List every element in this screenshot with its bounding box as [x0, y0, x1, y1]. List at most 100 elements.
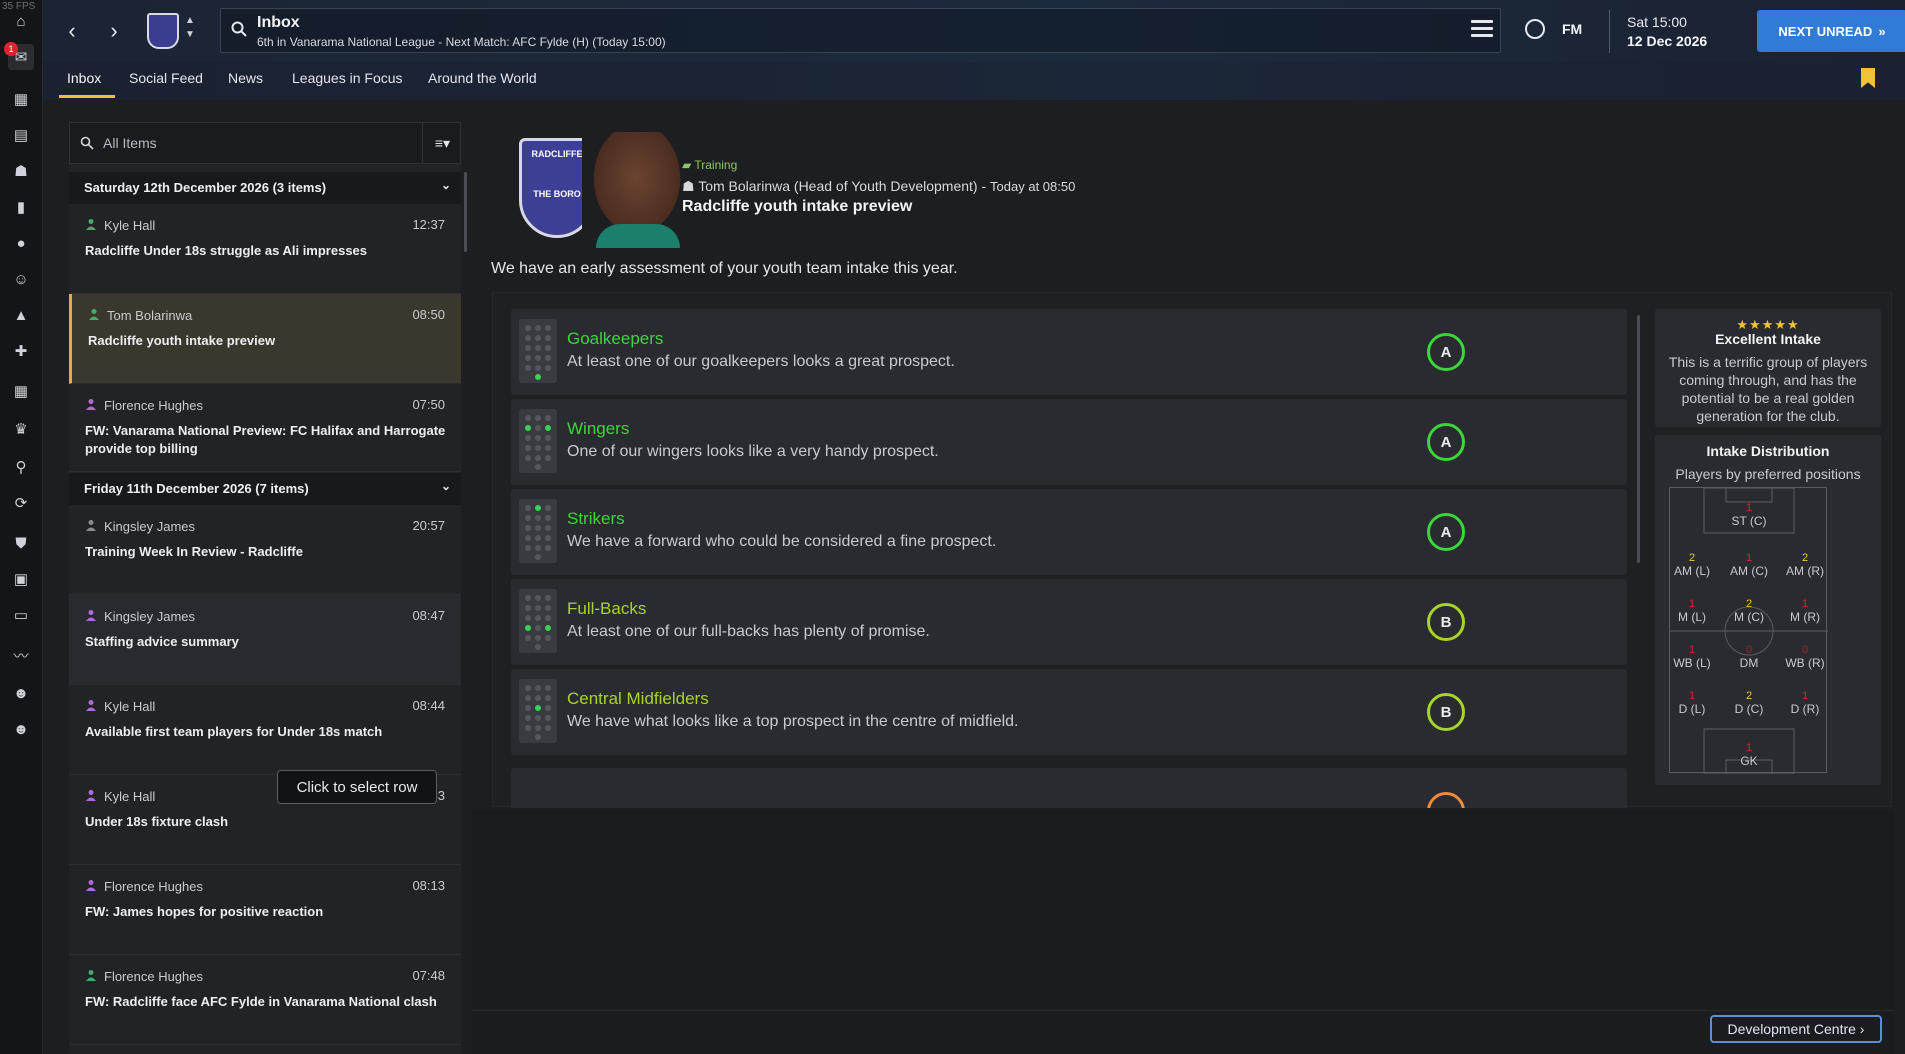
game-date[interactable]: Sat 15:00 12 Dec 2026 — [1609, 10, 1754, 53]
summary-text: This is a terrific group of players comi… — [1668, 354, 1868, 424]
menu-icon[interactable] — [1471, 20, 1493, 38]
position-pitch-icon — [519, 589, 557, 653]
position-group-description: We have a forward who could be considere… — [567, 533, 997, 550]
position-group-name: Goalkeepers — [567, 329, 664, 348]
message-body: We have an early assessment of your yout… — [491, 260, 958, 277]
transfers-icon[interactable]: ⟳ — [8, 490, 34, 516]
message-row[interactable]: Florence Hughes 07:50 FW: Vanarama Natio… — [69, 384, 461, 472]
person-icon — [86, 970, 96, 981]
tab-social-feed[interactable]: Social Feed — [129, 70, 203, 86]
position-group-row[interactable]: Full-Backs At least one of our full-back… — [511, 579, 1627, 665]
message-row[interactable]: Kyle Hall 08:44 Available first team pla… — [69, 685, 461, 775]
message-subject: Radcliffe youth intake preview — [88, 333, 276, 348]
message-row[interactable]: Kingsley James 08:47 Staffing advice sum… — [69, 595, 461, 685]
fm-menu-button[interactable]: FM — [1562, 21, 1582, 37]
message-subject: Available first team players for Under 1… — [85, 724, 383, 739]
club-crest[interactable] — [147, 13, 179, 49]
training-icon[interactable]: ● — [8, 230, 34, 256]
search-icon — [231, 21, 247, 37]
person-icon — [86, 399, 96, 410]
bookmark-icon[interactable] — [1861, 68, 1875, 88]
date-group-header[interactable]: Friday 11th December 2026 (7 items) ⌄ — [69, 473, 461, 505]
left-navigation-rail: 35 FPS ⌂ ✉ 1 ▦ ▤ ☗ ▮ ● ☺ ▲ ✚ ▦ ♛ ⚲ ⟳ ⛊ ▣… — [0, 0, 43, 1054]
message-sender: Kingsley James — [104, 519, 196, 534]
squad-icon[interactable]: ▦ — [8, 86, 34, 112]
message-subject: FW: Radcliffe face AFC Fylde in Vanarama… — [85, 994, 437, 1009]
message-sender: Kyle Hall — [104, 699, 156, 714]
date-group-header[interactable]: Saturday 12th December 2026 (3 items) ⌄ — [69, 172, 461, 204]
club-switch-arrows[interactable]: ▲ ▼ — [185, 14, 195, 42]
position-am-c: 1 AM (C) — [1730, 552, 1768, 578]
squad-planner-icon[interactable]: ▤ — [8, 122, 34, 148]
position-dm: 0 DM — [1739, 644, 1759, 670]
double-chevron-icon: » — [1878, 23, 1886, 39]
position-group-row[interactable]: Central Midfielders We have what looks l… — [511, 669, 1627, 755]
grade-badge: A — [1427, 333, 1465, 371]
tab-news[interactable]: News — [228, 70, 263, 86]
position-group-row[interactable]: Goalkeepers At least one of our goalkeep… — [511, 309, 1627, 395]
club-vision-icon[interactable]: ▣ — [8, 566, 34, 592]
section-tabs: Inbox Social Feed News Leagues in Focus … — [43, 62, 1905, 100]
message-sender: Kyle Hall — [104, 218, 156, 233]
position-group-row-partial[interactable] — [511, 768, 1627, 808]
message-sender: Kingsley James — [104, 609, 196, 624]
back-button[interactable]: ‹ — [57, 16, 87, 46]
position-distribution-pitch: 1 ST (C) 2 AM (L) 1 AM (C) 2 AM (R) 1M (L) 2… — [1669, 487, 1828, 774]
message-subject: Under 18s fixture clash — [85, 814, 229, 829]
staff-icon[interactable]: ☗ — [8, 158, 34, 184]
tab-inbox[interactable]: Inbox — [67, 70, 101, 86]
position-d-l: 1D (L) — [1678, 690, 1706, 716]
title-search-box[interactable]: Inbox 6th in Vanarama National League - … — [220, 8, 1501, 53]
forward-button[interactable]: › — [99, 16, 129, 46]
message-sender: Florence Hughes — [104, 969, 203, 984]
development-centre-button[interactable]: Development Centre › — [1710, 1015, 1882, 1043]
message-sender: Tom Bolarinwa — [107, 308, 193, 323]
message-sender-line[interactable]: ☗ Tom Bolarinwa (Head of Youth Developme… — [682, 178, 1075, 195]
next-unread-button[interactable]: NEXT UNREAD » — [1757, 10, 1905, 52]
filter-options-icon[interactable]: ≡▾ — [422, 123, 462, 163]
message-row-selected[interactable]: Tom Bolarinwa 08:50 Radcliffe youth inta… — [69, 294, 461, 384]
dynamics-icon[interactable]: ▮ — [8, 194, 34, 220]
intake-assessment: Goalkeepers At least one of our goalkeep… — [492, 292, 1892, 808]
position-group-row[interactable]: Strikers We have a forward who could be … — [511, 489, 1627, 575]
home-icon[interactable]: ⌂ — [8, 8, 34, 34]
message-card: RADCLIFFE THE BORO ▰ Training ☗ Tom Bola… — [472, 122, 1894, 810]
message-row[interactable]: Kyle Hall 12:37 Radcliffe Under 18s stru… — [69, 204, 461, 294]
chevron-down-icon[interactable]: ⌄ — [441, 178, 451, 192]
message-time: 07:48 — [412, 968, 445, 983]
tactics-icon[interactable]: ▲ — [8, 302, 34, 328]
globe-icon[interactable] — [1525, 19, 1545, 39]
schedule-icon[interactable]: ▦ — [8, 378, 34, 404]
message-row[interactable]: Florence Hughes 08:13 FW: James hopes fo… — [69, 865, 461, 955]
medical-centre-icon[interactable]: ☺ — [8, 266, 34, 292]
message-footer: Development Centre › — [472, 1010, 1894, 1054]
training-tag-icon: ▰ — [682, 158, 692, 172]
position-group-row[interactable]: Wingers One of our wingers looks like a … — [511, 399, 1627, 485]
message-row[interactable]: Florence Hughes 07:48 FW: Radcliffe face… — [69, 955, 461, 1045]
finances-icon[interactable]: ▭ — [8, 602, 34, 628]
distribution-title: Intake Distribution — [1706, 443, 1830, 459]
filter-bar[interactable]: All Items ≡▾ — [69, 122, 461, 164]
message-list-scrollbar[interactable] — [464, 172, 467, 252]
scouting-icon[interactable]: ⚲ — [8, 454, 34, 480]
message-subject: Radcliffe Under 18s struggle as Ali impr… — [85, 243, 368, 258]
date-group-label: Friday 11th December 2026 (7 items) — [84, 481, 309, 496]
tab-around-the-world[interactable]: Around the World — [428, 70, 537, 86]
message-time: 07:50 — [412, 397, 445, 412]
u23-icon[interactable]: ☻ — [8, 680, 34, 706]
dev-centre-icon[interactable]: 〰 — [8, 642, 34, 668]
message-row[interactable]: Kingsley James 20:57 Training Week In Re… — [69, 505, 461, 595]
message-time: 20:57 — [412, 518, 445, 533]
sender-name[interactable]: Tom Bolarinwa (Head of Youth Development… — [698, 178, 977, 194]
search-icon — [80, 136, 94, 150]
club-info-icon[interactable]: ⛊ — [8, 530, 34, 556]
chevron-down-icon[interactable]: ⌄ — [441, 479, 451, 493]
position-pitch-icon — [519, 409, 557, 473]
tab-leagues-in-focus[interactable]: Leagues in Focus — [292, 70, 403, 86]
person-icon — [86, 700, 96, 711]
competitions-icon[interactable]: ♛ — [8, 416, 34, 442]
assessment-scrollbar[interactable] — [1637, 315, 1640, 563]
u18-icon[interactable]: ☻ — [8, 716, 34, 742]
reports-icon[interactable]: ✚ — [8, 338, 34, 364]
date-group-label: Saturday 12th December 2026 (3 items) — [84, 180, 327, 195]
